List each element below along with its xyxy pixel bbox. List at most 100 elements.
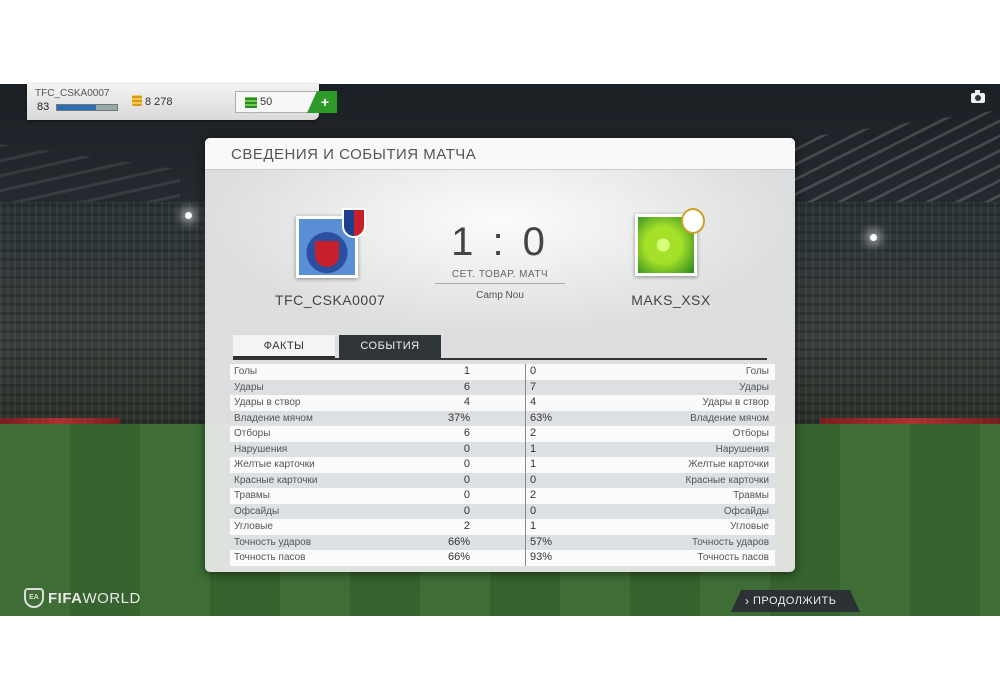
stat-row: Удары в створ 4 4 Удары в створ: [230, 395, 775, 411]
stat-label-away: Травмы: [733, 490, 769, 501]
add-points-button[interactable]: +: [307, 91, 337, 113]
stat-value-away: 0: [530, 504, 537, 517]
account-bar: TFC_CSKA0007 83 8 278 50 +: [27, 84, 337, 120]
stat-label-home: Владение мячом: [234, 412, 313, 424]
stat-value-home: 2: [463, 520, 470, 532]
stat-row: Травмы 0 2 Травмы: [230, 488, 775, 504]
stat-label-home: Офсайды: [234, 505, 280, 517]
match-type: СЕТ. ТОВАР. МАТЧ: [435, 269, 565, 284]
stat-value-home: 6: [463, 427, 470, 439]
stat-row: Угловые 2 1 Угловые: [230, 519, 775, 535]
stat-label-home: Желтые карточки: [234, 459, 315, 470]
stat-row: Желтые карточки 0 1 Желтые карточки: [230, 457, 775, 473]
stat-label-home: Удары: [234, 381, 264, 393]
stat-label-home: Удары в створ: [234, 397, 301, 408]
stat-label-away: Удары в створ: [702, 397, 770, 408]
chevron-right-icon: ›: [745, 594, 750, 608]
stat-value-away: 57%: [530, 535, 553, 548]
home-club-badge-icon: [342, 208, 366, 238]
stat-label-away: Точность пасов: [697, 552, 770, 563]
stat-value-away: 4: [530, 396, 537, 408]
stat-value-away: 1: [530, 458, 537, 470]
ea-logo-icon: EA: [24, 588, 44, 608]
panel-title: СВЕДЕНИЯ И СОБЫТИЯ МАТЧА: [231, 146, 477, 163]
points-balance: 50 +: [235, 91, 337, 113]
logo-text-thin: WORLD: [82, 589, 141, 607]
continue-label: ПРОДОЛЖИТЬ: [753, 595, 837, 607]
floodlight-icon: [870, 234, 877, 241]
stat-row: Красные карточки 0 0 Красные карточки: [230, 472, 775, 488]
stat-value-home: 1: [463, 365, 470, 377]
stat-value-home: 66%: [447, 535, 470, 548]
coins-value: 8 278: [145, 96, 173, 108]
match-details-panel: СВЕДЕНИЯ И СОБЫТИЯ МАТЧА TFC_CSKA0007 MA…: [205, 138, 795, 572]
stat-label-away: Владение мячом: [690, 412, 769, 424]
stat-label-away: Угловые: [730, 521, 769, 532]
stat-value-away: 0: [530, 473, 537, 486]
stat-label-away: Точность ударов: [691, 536, 769, 548]
stat-value-away: 7: [530, 380, 537, 393]
floodlight-icon: [185, 212, 192, 219]
home-team-name: TFC_CSKA0007: [275, 292, 386, 308]
stat-label-away: Отборы: [732, 428, 769, 439]
stat-label-home: Угловые: [234, 521, 273, 532]
stat-label-away: Голы: [745, 366, 769, 377]
logo-text-bold: FIFA: [48, 589, 83, 607]
stat-value-home: 0: [463, 504, 470, 517]
stat-value-home: 0: [463, 458, 470, 470]
stat-label-away: Офсайды: [723, 505, 769, 517]
fifa-world-logo: EA FIFAWORLD: [24, 588, 141, 608]
match-venue: Camp Nou: [476, 290, 524, 301]
stats-table: Голы 1 0 Голы Удары 6 7 Удары Удары в створ 4 4 У…: [230, 364, 775, 566]
stat-value-away: 63%: [530, 411, 553, 424]
stat-label-home: Нарушения: [234, 443, 288, 455]
stat-value-home: 37%: [447, 411, 470, 424]
points-value: 50: [260, 96, 273, 108]
stat-value-home: 6: [463, 380, 470, 393]
tab-facts[interactable]: ФАКТЫ: [233, 335, 335, 358]
stat-label-away: Красные карточки: [685, 474, 769, 486]
stat-value-home: 0: [463, 473, 470, 486]
stat-label-home: Травмы: [234, 490, 270, 501]
stat-label-home: Отборы: [234, 428, 271, 439]
away-team-name: MAKS_XSX: [631, 292, 711, 308]
stat-value-home: 66%: [447, 551, 470, 563]
stat-label-away: Желтые карточки: [688, 459, 769, 470]
stat-value-away: 93%: [530, 551, 553, 563]
stat-row: Владение мячом 37% 63% Владение мячом: [230, 410, 775, 426]
stat-label-home: Точность пасов: [234, 552, 306, 563]
stat-value-away: 1: [530, 442, 537, 455]
stats-divider: [525, 364, 526, 566]
account-name: TFC_CSKA0007: [35, 88, 110, 99]
stat-row: Нарушения 0 1 Нарушения: [230, 441, 775, 457]
stat-row: Голы 1 0 Голы: [230, 364, 775, 380]
points-icon: [245, 97, 257, 108]
stat-row: Отборы 6 2 Отборы: [230, 426, 775, 442]
stat-label-home: Точность ударов: [234, 536, 312, 548]
stat-value-home: 0: [463, 442, 470, 455]
account-level: 83: [37, 101, 50, 113]
stat-label-home: Красные карточки: [234, 474, 318, 486]
logo-text: FIFAWORLD: [48, 590, 141, 607]
stat-value-away: 0: [530, 365, 537, 377]
level-progress-bar: [56, 104, 118, 111]
stat-value-home: 4: [463, 396, 470, 408]
stat-label-away: Нарушения: [715, 443, 769, 455]
stat-row: Удары 6 7 Удары: [230, 379, 775, 395]
camera-icon[interactable]: [971, 90, 985, 103]
away-club-badge-icon: [681, 208, 705, 234]
level-progress-fill: [57, 105, 96, 110]
coins-balance: 8 278: [132, 95, 173, 108]
match-score: 1 : 0: [451, 220, 549, 264]
stat-value-away: 1: [530, 520, 537, 532]
stat-row: Точность пасов 66% 93% Точность пасов: [230, 550, 775, 566]
stat-label-home: Голы: [234, 366, 258, 377]
stat-row: Точность ударов 66% 57% Точность ударов: [230, 534, 775, 550]
continue-button[interactable]: › ПРОДОЛЖИТЬ: [731, 590, 860, 612]
tab-events[interactable]: СОБЫТИЯ: [339, 335, 441, 358]
stat-value-away: 2: [530, 427, 537, 439]
stat-row: Офсайды 0 0 Офсайды: [230, 503, 775, 519]
coins-icon: [132, 95, 142, 106]
stat-value-away: 2: [530, 489, 537, 501]
tab-underline: [233, 358, 767, 360]
